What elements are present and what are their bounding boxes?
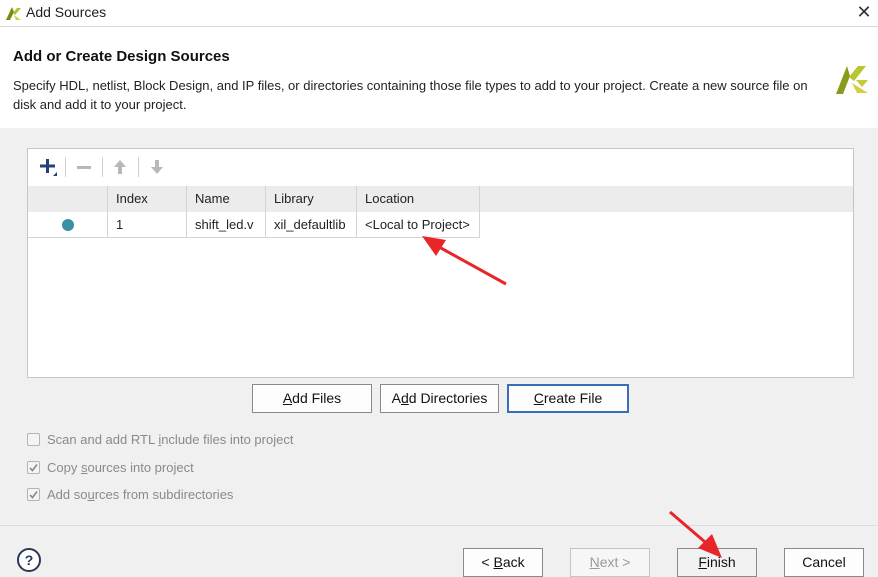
- finish-label: inish: [706, 554, 736, 570]
- row-location[interactable]: <Local to Project>: [357, 212, 480, 238]
- app-logo-icon: [6, 7, 21, 20]
- option-add-subdirectories[interactable]: Add sources from subdirectories: [27, 484, 233, 504]
- back-button[interactable]: < Back: [463, 548, 543, 577]
- title-bar: Add Sources ✕: [0, 0, 878, 27]
- add-directories-label-pre: A: [391, 390, 401, 406]
- option-scan-rtl[interactable]: Scan and add RTL include files into proj…: [27, 429, 293, 449]
- copy-sources-label: Copy sources into project: [47, 459, 194, 475]
- option-copy-sources[interactable]: Copy sources into project: [27, 457, 194, 477]
- column-header-status: [28, 186, 108, 212]
- add-subdirectories-label: Add sources from subdirectories: [47, 486, 234, 502]
- column-header-library[interactable]: Library: [266, 186, 357, 212]
- column-header-location[interactable]: Location: [357, 186, 480, 212]
- toolbar-separator: [65, 157, 66, 177]
- sources-toolbar: [28, 149, 853, 185]
- finish-mnemonic: F: [698, 554, 707, 570]
- add-directories-mnemonic: d: [400, 390, 409, 406]
- column-header-name[interactable]: Name: [187, 186, 266, 212]
- checkmark-icon: [29, 490, 38, 499]
- create-file-button[interactable]: Create File: [507, 384, 629, 413]
- column-header-index[interactable]: Index: [108, 186, 187, 212]
- checkmark-icon: [29, 463, 38, 472]
- table-header: Index Name Library Location: [28, 186, 853, 212]
- cancel-button[interactable]: Cancel: [784, 548, 864, 577]
- cancel-label: Cancel: [802, 554, 846, 570]
- table-row[interactable]: 1 shift_led.v xil_defaultlib <Local to P…: [28, 212, 853, 238]
- add-files-button[interactable]: Add Files: [252, 384, 372, 413]
- add-files-label: dd Files: [292, 390, 342, 406]
- next-label: ext >: [599, 554, 631, 570]
- back-label: ack: [502, 554, 525, 570]
- row-library[interactable]: xil_defaultlib: [266, 212, 357, 238]
- dialog-header: Add or Create Design Sources Specify HDL…: [0, 27, 878, 128]
- window-title: Add Sources: [26, 4, 107, 20]
- add-subdirectories-checkbox[interactable]: [27, 487, 40, 501]
- scan-rtl-checkbox[interactable]: [27, 432, 40, 446]
- next-mnemonic: N: [589, 554, 600, 570]
- add-icon[interactable]: [36, 155, 60, 179]
- row-status: [28, 212, 108, 238]
- row-name: shift_led.v: [187, 212, 266, 238]
- scan-rtl-label: Scan and add RTL include files into proj…: [47, 431, 294, 447]
- copy-sources-checkbox[interactable]: [27, 460, 40, 474]
- add-directories-button[interactable]: Add Directories: [380, 384, 499, 413]
- close-icon[interactable]: ✕: [854, 1, 874, 23]
- create-file-mnemonic: C: [533, 390, 544, 406]
- move-down-icon[interactable]: [145, 155, 169, 179]
- toolbar-separator: [138, 157, 139, 177]
- page-description: Specify HDL, netlist, Block Design, and …: [13, 78, 808, 112]
- add-files-mnemonic: A: [282, 390, 293, 406]
- page-title: Add or Create Design Sources: [13, 48, 230, 65]
- back-label-pre: <: [481, 554, 494, 570]
- finish-button[interactable]: Finish: [677, 548, 757, 577]
- help-icon[interactable]: ?: [17, 548, 41, 572]
- vivado-logo-icon: [836, 66, 868, 94]
- back-mnemonic: B: [493, 554, 503, 570]
- move-up-icon[interactable]: [108, 155, 132, 179]
- row-index: 1: [108, 212, 187, 238]
- add-directories-label: d Directories: [408, 390, 488, 406]
- status-dot-icon: [62, 219, 74, 231]
- next-button[interactable]: Next >: [570, 548, 650, 577]
- footer-divider: [0, 525, 878, 526]
- create-file-label: reate File: [543, 390, 603, 406]
- sources-panel: Index Name Library Location 1 shift_led.…: [27, 148, 854, 378]
- toolbar-separator: [102, 157, 103, 177]
- remove-icon[interactable]: [72, 155, 96, 179]
